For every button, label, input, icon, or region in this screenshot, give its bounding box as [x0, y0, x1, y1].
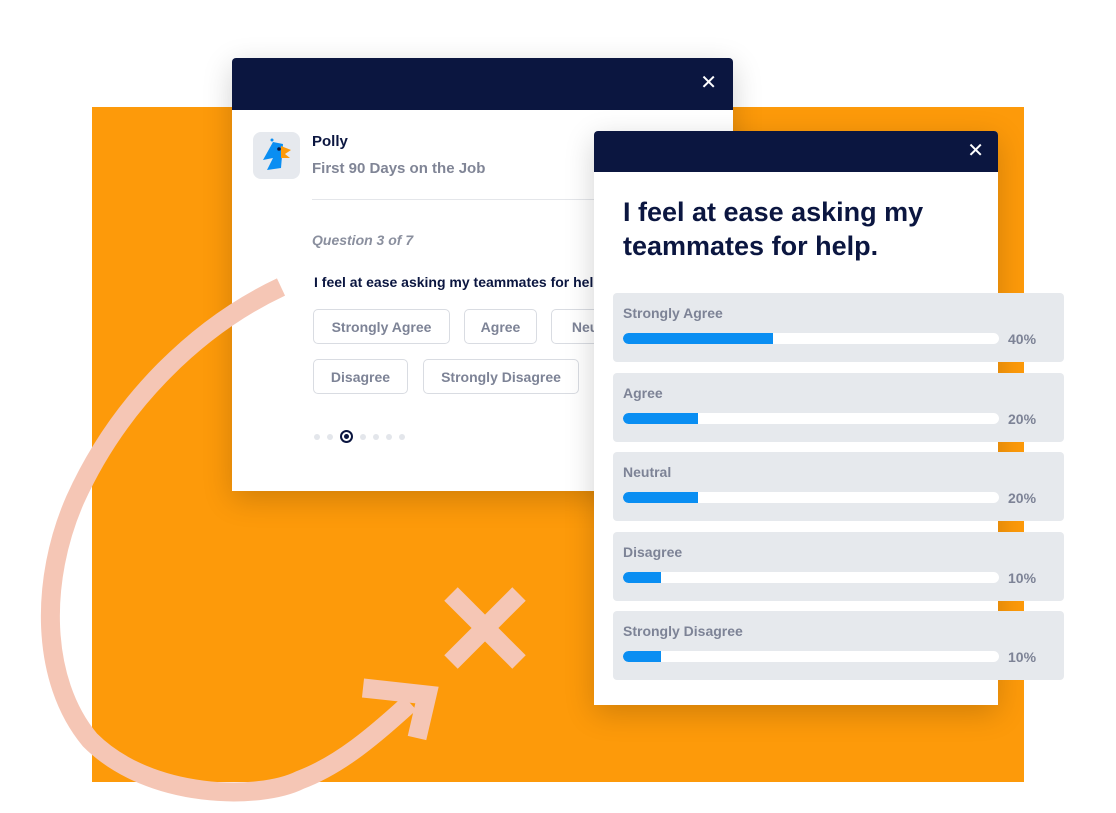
close-icon[interactable]: ✕ — [967, 141, 984, 161]
results-card: ✕ I feel at ease asking my teammates for… — [594, 131, 1064, 705]
result-label: Disagree — [623, 544, 683, 560]
result-row: Strongly Disagree 10% — [613, 611, 1064, 680]
result-label: Strongly Agree — [623, 305, 723, 321]
result-bar-fill — [623, 333, 774, 344]
result-row: Disagree 10% — [613, 532, 1064, 601]
result-label: Agree — [623, 385, 663, 401]
results-title: I feel at ease asking my teammates for h… — [623, 197, 924, 261]
result-label: Strongly Disagree — [623, 623, 743, 639]
result-bar-track — [623, 572, 999, 583]
result-bar-fill — [623, 572, 661, 583]
result-row: Agree 20% — [613, 373, 1064, 442]
result-label: Neutral — [623, 464, 672, 480]
result-percent: 40% — [1008, 331, 1037, 347]
result-bar-fill — [623, 651, 661, 662]
result-bar-track — [623, 333, 999, 344]
result-bar-track — [623, 492, 999, 503]
results-card-header: ✕ — [594, 131, 998, 172]
result-percent: 20% — [1008, 490, 1037, 506]
result-bar-track — [623, 413, 999, 424]
x-mark-icon — [444, 587, 526, 669]
result-row: Strongly Agree 40% — [613, 293, 1064, 362]
result-bar-fill — [623, 492, 699, 503]
result-bar-track — [623, 651, 999, 662]
curved-arrow-icon — [40, 278, 417, 802]
result-row: Neutral 20% — [613, 452, 1064, 521]
result-bar-fill — [623, 413, 699, 424]
result-percent: 20% — [1008, 411, 1037, 427]
result-percent: 10% — [1008, 570, 1037, 586]
result-percent: 10% — [1008, 649, 1037, 665]
